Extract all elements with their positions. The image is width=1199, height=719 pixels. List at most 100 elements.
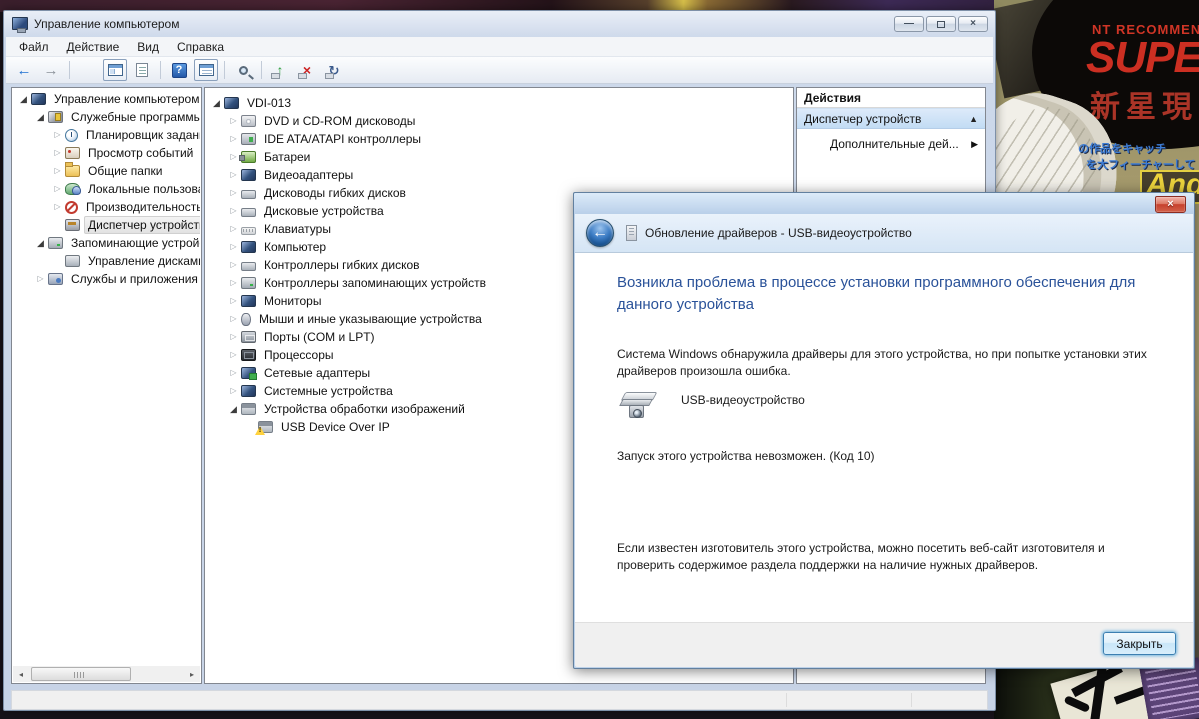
restore-button[interactable]	[926, 16, 956, 32]
collapsed-expander-icon[interactable]: ▷	[227, 369, 240, 377]
collapsed-expander-icon[interactable]: ▷	[227, 225, 240, 233]
tree-item[interactable]: ▷Батареи	[206, 148, 792, 166]
collapsed-expander-icon[interactable]: ▷	[227, 279, 240, 287]
ports-icon	[241, 331, 256, 343]
cd-icon	[241, 115, 256, 127]
tree-item-label: VDI-013	[243, 94, 295, 112]
menu-вид[interactable]: Вид	[128, 38, 168, 56]
dialog-header-title: Обновление драйверов - USB-видеоустройст…	[645, 226, 912, 240]
tree-item[interactable]: ◢ Служебные программы	[13, 108, 200, 126]
tree-item[interactable]: ◢ Запоминающие устройст	[13, 234, 200, 252]
forward-button[interactable]: →	[39, 59, 63, 81]
scan-hardware-button[interactable]: ↻	[322, 59, 346, 81]
collapsed-expander-icon[interactable]: ▷	[51, 131, 64, 139]
tree-item[interactable]: ▷ Просмотр событий	[13, 144, 200, 162]
back-arrow-icon: ←	[592, 225, 608, 241]
collapsed-expander-icon[interactable]: ▷	[227, 315, 240, 323]
minimize-icon: —	[904, 19, 914, 29]
tree-item-label: Запоминающие устройст	[67, 234, 200, 252]
console-tree-button[interactable]	[103, 59, 127, 81]
collapsed-expander-icon[interactable]: ▷	[227, 117, 240, 125]
scrollbar-thumb[interactable]	[31, 667, 131, 681]
storage-icon	[241, 277, 256, 289]
mouse-icon	[241, 313, 251, 326]
help-button[interactable]: ?	[167, 59, 191, 81]
tree-item[interactable]: ▷Видеоадаптеры	[206, 166, 792, 184]
list-view-icon	[199, 64, 214, 76]
collapsed-expander-icon[interactable]: ▷	[227, 297, 240, 305]
collapsed-expander-icon[interactable]: ▷	[51, 167, 64, 175]
dialog-heading: Возникла проблема в процессе установки п…	[617, 272, 1155, 316]
tree-item[interactable]: ▷Общие папки	[13, 162, 200, 180]
menu-справка[interactable]: Справка	[168, 38, 233, 56]
close-button[interactable]: ×	[958, 16, 988, 32]
collapsed-expander-icon[interactable]: ▷	[227, 171, 240, 179]
tree-item-label: Локальные пользовате	[84, 180, 200, 198]
collapsed-expander-icon[interactable]: ▷	[227, 261, 240, 269]
dialog-close-button[interactable]: ×	[1155, 196, 1186, 213]
computer-icon	[31, 93, 46, 105]
properties-button[interactable]	[130, 59, 154, 81]
uninstall-device-button[interactable]: ×	[295, 59, 319, 81]
update-driver-button[interactable]: ↑	[268, 59, 292, 81]
collapsed-expander-icon[interactable]: ▷	[51, 203, 64, 211]
tree-item[interactable]: ▷IDE ATA/ATAPI контроллеры	[206, 130, 792, 148]
ide-icon	[241, 133, 256, 145]
tree-item[interactable]: ▷ Локальные пользовате	[13, 180, 200, 198]
tree-item[interactable]: ▷Производительность	[13, 198, 200, 216]
tree-item-label: Служебные программы	[67, 108, 200, 126]
minimize-button[interactable]: —	[894, 16, 924, 32]
collapsed-expander-icon[interactable]: ▷	[51, 149, 64, 157]
storage-icon	[48, 237, 63, 249]
export-list-button[interactable]	[76, 59, 100, 81]
expanded-expander-icon[interactable]: ◢	[34, 239, 47, 248]
list-view-button[interactable]	[194, 59, 218, 81]
expanded-expander-icon[interactable]: ◢	[227, 405, 240, 414]
tree-item-label: Устройства обработки изображений	[260, 400, 469, 418]
close-button-label: Закрыть	[1116, 637, 1162, 651]
menu-файл[interactable]: Файл	[10, 38, 58, 56]
collapsed-expander-icon[interactable]: ▷	[227, 243, 240, 251]
collapsed-expander-icon[interactable]: ▷	[227, 351, 240, 359]
tree-item[interactable]: ▷Планировщик заданий	[13, 126, 200, 144]
horizontal-scrollbar[interactable]: ◂ ▸	[13, 666, 200, 682]
actions-section-device-manager[interactable]: Диспетчер устройств ▲	[797, 108, 985, 129]
tree-item[interactable]: Управление дисками	[13, 252, 200, 270]
collapsed-expander-icon[interactable]: ▷	[227, 207, 240, 215]
collapsed-expander-icon[interactable]: ▷	[227, 387, 240, 395]
actions-panel-title: Действия	[797, 88, 985, 108]
properties-icon	[136, 63, 148, 77]
expanded-expander-icon[interactable]: ◢	[210, 99, 223, 108]
collapsed-expander-icon[interactable]: ▷	[227, 333, 240, 341]
close-dialog-button[interactable]: Закрыть	[1103, 632, 1176, 655]
tree-item[interactable]: ◢Управление компьютером (л	[13, 90, 200, 108]
expanded-expander-icon[interactable]: ◢	[17, 95, 30, 104]
tree-item-label: Системные устройства	[260, 382, 397, 400]
expanded-expander-icon[interactable]: ◢	[34, 113, 47, 122]
keyboard-icon	[241, 227, 256, 235]
restore-icon	[937, 21, 945, 28]
scroll-left-icon[interactable]: ◂	[13, 666, 29, 682]
title-bar[interactable]: Управление компьютером	[4, 11, 995, 36]
computer-icon	[224, 97, 239, 109]
tree-item-label: Просмотр событий	[84, 144, 197, 162]
menu-действие[interactable]: Действие	[58, 38, 129, 56]
actions-more-actions-item[interactable]: Дополнительные дей... ▶	[797, 133, 985, 155]
scan-button[interactable]	[231, 59, 255, 81]
tree-item[interactable]: ◢ VDI-013	[206, 94, 792, 112]
scan-icon	[239, 66, 248, 75]
tree-item[interactable]: ▷DVD и CD-ROM дисководы	[206, 112, 792, 130]
net-icon	[241, 367, 256, 379]
collapsed-expander-icon[interactable]: ▷	[51, 185, 64, 193]
back-button[interactable]: ←	[586, 219, 614, 247]
collapsed-expander-icon[interactable]: ▷	[34, 275, 47, 283]
tree-item[interactable]: ▷Службы и приложения	[13, 270, 200, 288]
menu-bar: ФайлДействиеВидСправка	[6, 37, 993, 57]
collapsed-expander-icon[interactable]: ▷	[227, 135, 240, 143]
tree-item[interactable]: Диспетчер устройств	[13, 216, 200, 234]
collapsed-expander-icon[interactable]: ▷	[227, 189, 240, 197]
collapse-icon[interactable]: ▲	[969, 114, 978, 124]
dialog-title-bar[interactable]	[574, 193, 1194, 214]
back-button[interactable]: ←	[12, 59, 36, 81]
scroll-right-icon[interactable]: ▸	[184, 666, 200, 682]
